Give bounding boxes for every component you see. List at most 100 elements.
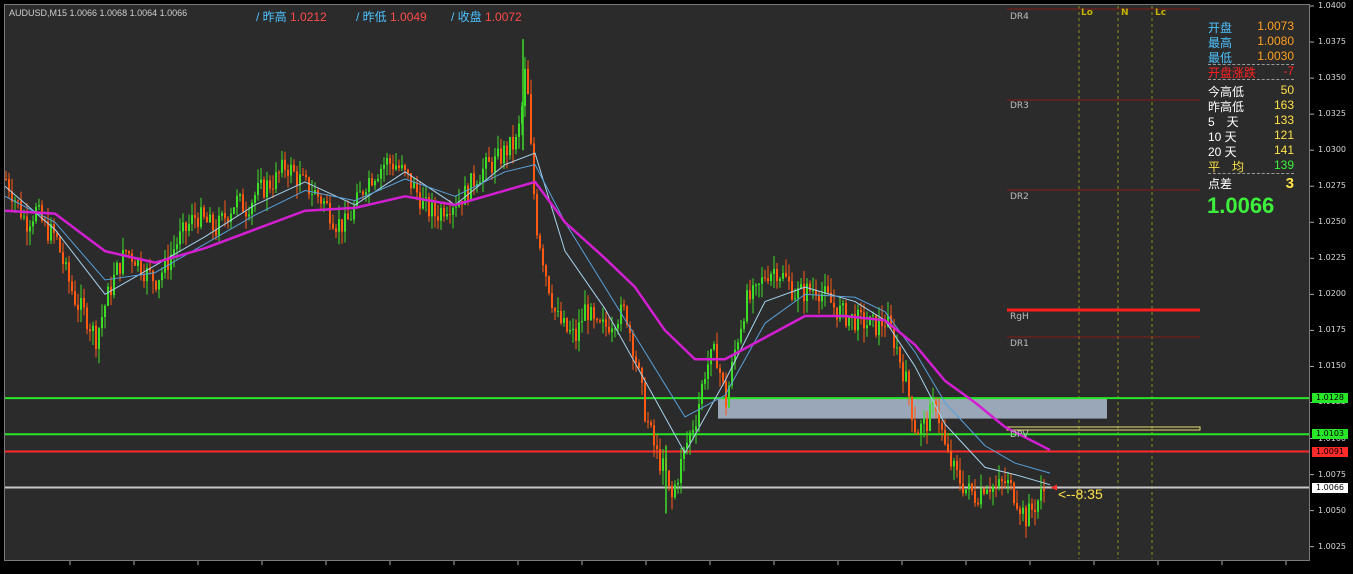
candle-body — [530, 93, 532, 144]
stats-value: 163 — [1273, 98, 1294, 112]
candle-body — [623, 304, 625, 307]
candle-body — [485, 157, 487, 169]
price-chart-svg — [4, 5, 1314, 565]
candle-body — [1025, 507, 1027, 527]
candle-body — [416, 182, 418, 193]
candle-body — [974, 491, 976, 503]
candle-body — [350, 219, 352, 221]
candle-body — [962, 483, 964, 494]
candle-body — [431, 202, 433, 217]
candle-body — [161, 272, 163, 281]
candle-body — [494, 156, 496, 173]
candle-body — [560, 311, 562, 324]
candle-body — [749, 290, 751, 300]
stats-row: 20 天 141 — [1208, 143, 1294, 159]
candle-body — [407, 169, 409, 174]
candle-body — [791, 281, 793, 300]
candle-body — [449, 213, 451, 215]
candle-body — [779, 278, 781, 281]
candle-body — [176, 244, 178, 250]
candle-body — [95, 325, 97, 349]
price-tick-label: 1.0250 — [1318, 217, 1346, 227]
candle-body — [512, 136, 514, 150]
prev-low-value: 1.0049 — [390, 10, 427, 24]
candle-body — [443, 207, 445, 217]
candle-body — [362, 191, 364, 195]
candle-body — [737, 342, 739, 350]
candle-body — [233, 207, 235, 214]
rgh-label: RgH — [1010, 312, 1029, 322]
candle-body — [548, 276, 550, 294]
price-tick-label: 1.0325 — [1318, 109, 1346, 119]
candle-body — [914, 420, 916, 433]
candle-body — [701, 383, 703, 404]
price-tick-label: 1.0375 — [1318, 37, 1346, 47]
candle-body — [923, 418, 925, 424]
candle-body — [188, 223, 190, 231]
candle-body — [281, 159, 283, 173]
candle-body — [782, 272, 784, 279]
candle-body — [788, 276, 790, 282]
price-tick-label: 1.0200 — [1318, 289, 1346, 299]
candle-body — [260, 179, 262, 184]
candle-body — [1013, 482, 1015, 504]
candle-body — [716, 343, 718, 369]
candle-body — [902, 362, 904, 382]
stats-row: 平 均 139 — [1208, 158, 1294, 174]
candle-body — [893, 326, 895, 349]
candle-body — [662, 458, 664, 471]
candle-body — [983, 488, 985, 494]
candle-body — [917, 432, 919, 435]
candle-body — [371, 178, 373, 186]
candle-body — [374, 181, 376, 186]
candle-body — [377, 178, 379, 182]
candle-body — [746, 290, 748, 322]
candle-body — [764, 277, 766, 279]
candle-body — [212, 214, 214, 230]
stats-label: 开盘涨跌 — [1208, 66, 1257, 80]
candle-body — [119, 262, 121, 274]
candle-body — [680, 458, 682, 483]
candle-body — [1010, 480, 1012, 483]
candle-body — [518, 123, 520, 137]
price-tick-label: 1.0025 — [1318, 541, 1346, 551]
candle-body — [269, 180, 271, 189]
candle-body — [329, 202, 331, 224]
candle-body — [311, 194, 313, 196]
candle-body — [575, 328, 577, 341]
candle-body — [653, 425, 655, 446]
candle-body — [389, 158, 391, 164]
candle-body — [452, 207, 454, 215]
stats-row: 5 天 133 — [1208, 113, 1294, 129]
candle-body — [278, 172, 280, 174]
prev-high-label: / 昨高 — [256, 10, 287, 24]
candle-body — [956, 460, 958, 470]
candle-body — [758, 283, 760, 285]
candle-body — [482, 168, 484, 183]
candle-body — [515, 136, 517, 150]
candle-body — [26, 216, 28, 232]
candle-body — [248, 214, 250, 217]
candle-body — [68, 262, 70, 282]
stats-label: 平 均 — [1208, 160, 1245, 174]
candle-body — [116, 262, 118, 275]
candle-body — [971, 483, 973, 492]
candle-body — [122, 249, 124, 274]
candle-body — [611, 328, 613, 333]
lc-column-label: Lc — [1155, 8, 1167, 18]
candle-body — [527, 68, 529, 94]
stats-value: 3 — [1285, 175, 1294, 192]
candle-body — [536, 194, 538, 236]
candle-body — [1031, 503, 1033, 510]
candle-body — [320, 196, 322, 204]
candle-body — [284, 159, 286, 170]
candle-body — [62, 252, 64, 264]
candle-body — [221, 213, 223, 216]
stats-row: 10 天 121 — [1208, 128, 1294, 144]
candle-body — [224, 213, 226, 219]
candle-body — [980, 488, 982, 505]
candle-body — [704, 379, 706, 384]
candle-body — [347, 213, 349, 220]
candle-body — [668, 470, 670, 487]
candle-body — [266, 180, 268, 198]
